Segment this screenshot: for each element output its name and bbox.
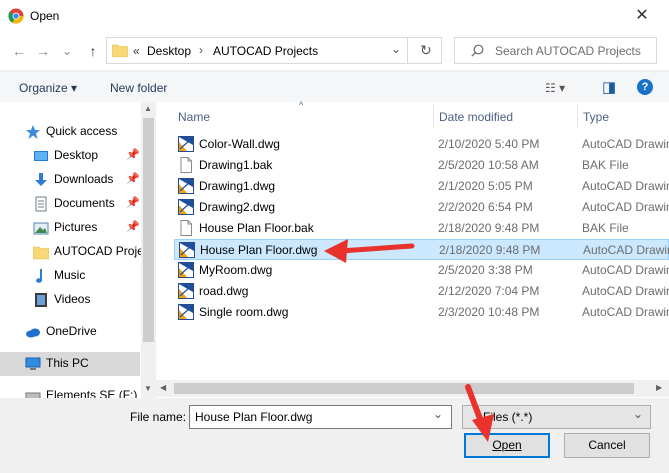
annotation-arrow-file (324, 239, 415, 263)
annotation-arrow-open (465, 384, 494, 442)
annotation-overlay (324, 239, 494, 442)
